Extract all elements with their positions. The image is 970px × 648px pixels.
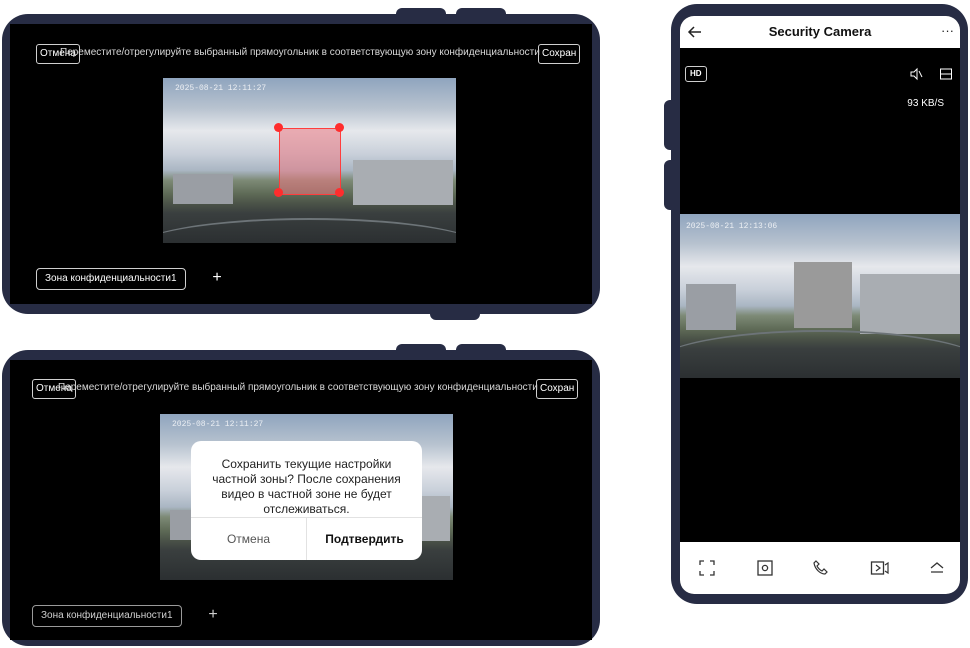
power-button — [456, 8, 506, 20]
screen-portrait: Security Camera ··· HD 93 KB/S 2025-08-2… — [680, 16, 960, 594]
volume-button — [396, 344, 446, 356]
instruction-text: Переместите/отрегулируйте выбранный прям… — [60, 47, 540, 58]
power-button — [456, 344, 506, 356]
resize-handle-bottom-right[interactable] — [335, 188, 344, 197]
live-video: 2025-08-21 12:13:06 — [680, 214, 960, 378]
dialog-message: Сохранить текущие настройки частной зоны… — [212, 457, 401, 516]
dialog-confirm-button[interactable]: Подтвердить — [307, 518, 422, 560]
instruction-text: Переместите/отрегулируйте выбранный прям… — [58, 382, 538, 393]
call-icon[interactable] — [812, 559, 830, 577]
resize-handle-top-right[interactable] — [335, 123, 344, 132]
video-timestamp: 2025-08-21 12:11:27 — [175, 84, 267, 93]
resize-handle-top-left[interactable] — [274, 123, 283, 132]
app-header: Security Camera ··· — [680, 16, 960, 48]
screen-bottom: Отмена Переместите/отрегулируйте выбранн… — [10, 360, 592, 640]
resize-handle-bottom-left[interactable] — [274, 188, 283, 197]
volume-button — [664, 100, 678, 150]
video-timestamp: 2025-08-21 12:13:06 — [686, 222, 778, 231]
screenshot-icon[interactable] — [756, 559, 774, 577]
volume-button — [396, 8, 446, 20]
layout-icon[interactable] — [939, 67, 953, 81]
dialog-cancel-button[interactable]: Отмена — [191, 518, 306, 560]
save-button[interactable]: Сохран — [536, 379, 579, 399]
bitrate-readout: 93 KB/S — [907, 98, 944, 109]
add-zone-button[interactable]: + — [203, 606, 223, 626]
bottom-toolbar — [680, 542, 960, 594]
record-icon[interactable] — [870, 559, 890, 577]
mute-icon[interactable] — [909, 67, 923, 81]
more-menu-button[interactable]: ··· — [941, 23, 954, 38]
privacy-rectangle[interactable] — [279, 128, 341, 195]
power-button — [664, 160, 678, 210]
page-title: Security Camera — [768, 24, 872, 39]
privacy-zone-chip[interactable]: Зона конфиденциальности1 — [32, 605, 182, 627]
fullscreen-icon[interactable] — [698, 559, 716, 577]
privacy-zone-chip[interactable]: Зона конфиденциальности1 — [36, 268, 186, 290]
expand-icon[interactable] — [928, 559, 946, 577]
save-confirm-dialog: Сохранить текущие настройки частной зоны… — [191, 441, 422, 560]
side-button — [430, 306, 480, 320]
privacy-mask — [794, 262, 852, 328]
hd-toggle[interactable]: HD — [685, 66, 707, 82]
screen-top: Отмена Переместите/отрегулируйте выбранн… — [10, 24, 592, 304]
add-zone-button[interactable]: + — [207, 269, 227, 289]
video-timestamp: 2025-08-21 12:11:27 — [172, 420, 264, 429]
save-button[interactable]: Сохран — [538, 44, 581, 64]
camera-preview: 2025-08-21 12:11:27 — [163, 78, 456, 243]
